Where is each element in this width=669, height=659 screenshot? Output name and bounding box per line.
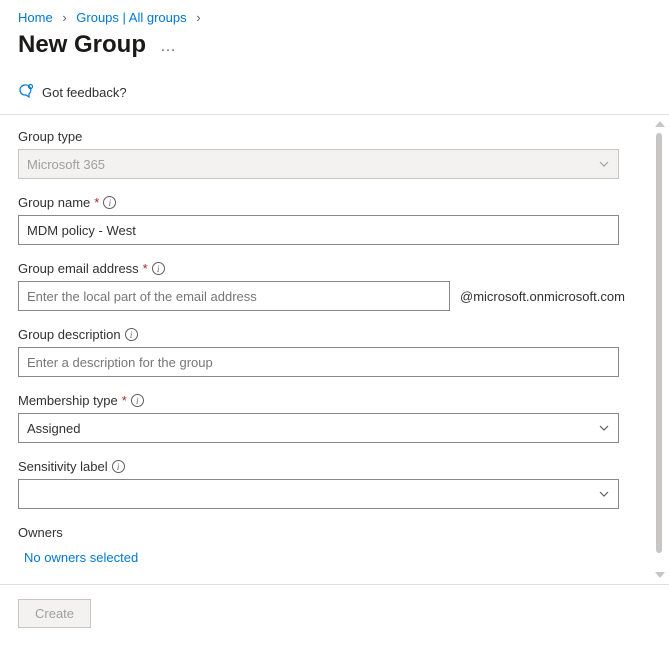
info-icon[interactable]: i: [152, 262, 165, 275]
breadcrumb-groups[interactable]: Groups | All groups: [76, 10, 186, 25]
info-icon[interactable]: i: [131, 394, 144, 407]
page-title: New Group: [18, 31, 146, 59]
owners-heading: Owners: [18, 525, 651, 540]
group-name-label: Group name: [18, 195, 90, 210]
feedback-icon: [18, 83, 34, 102]
sensitivity-label-select[interactable]: [18, 479, 619, 509]
membership-type-select[interactable]: Assigned: [18, 413, 619, 443]
scrollbar[interactable]: [654, 121, 666, 578]
required-indicator: *: [94, 195, 99, 210]
required-indicator: *: [122, 393, 127, 408]
group-name-input[interactable]: [18, 215, 619, 245]
info-icon[interactable]: i: [125, 328, 138, 341]
membership-type-label: Membership type: [18, 393, 118, 408]
group-type-select[interactable]: Microsoft 365: [18, 149, 619, 179]
more-actions-button[interactable]: …: [160, 34, 177, 56]
footer: Create: [0, 585, 669, 642]
chevron-down-icon: [598, 158, 610, 170]
scroll-up-icon[interactable]: [655, 121, 665, 127]
required-indicator: *: [143, 261, 148, 276]
sensitivity-label-label: Sensitivity label: [18, 459, 108, 474]
owners-link[interactable]: No owners selected: [18, 550, 138, 565]
chevron-right-icon: ›: [62, 10, 66, 25]
membership-type-value: Assigned: [27, 421, 80, 436]
chevron-down-icon: [598, 488, 610, 500]
info-icon[interactable]: i: [112, 460, 125, 473]
chevron-right-icon: ›: [196, 10, 200, 25]
info-icon[interactable]: i: [103, 196, 116, 209]
feedback-label: Got feedback?: [42, 85, 127, 100]
email-domain-suffix: @microsoft.onmicrosoft.com: [460, 289, 625, 304]
group-description-label: Group description: [18, 327, 121, 342]
group-type-value: Microsoft 365: [27, 157, 105, 172]
group-description-input[interactable]: [18, 347, 619, 377]
create-button[interactable]: Create: [18, 599, 91, 628]
chevron-down-icon: [598, 422, 610, 434]
breadcrumb: Home › Groups | All groups ›: [0, 0, 669, 29]
group-email-label: Group email address: [18, 261, 139, 276]
group-type-label: Group type: [18, 129, 82, 144]
page-header: New Group …: [0, 29, 669, 73]
group-email-input[interactable]: [18, 281, 450, 311]
feedback-button[interactable]: Got feedback?: [0, 73, 669, 115]
scroll-thumb[interactable]: [656, 133, 662, 553]
scroll-down-icon[interactable]: [655, 572, 665, 578]
form-scroll-area: Group type Microsoft 365 Group name * i …: [0, 115, 669, 585]
breadcrumb-home[interactable]: Home: [18, 10, 53, 25]
